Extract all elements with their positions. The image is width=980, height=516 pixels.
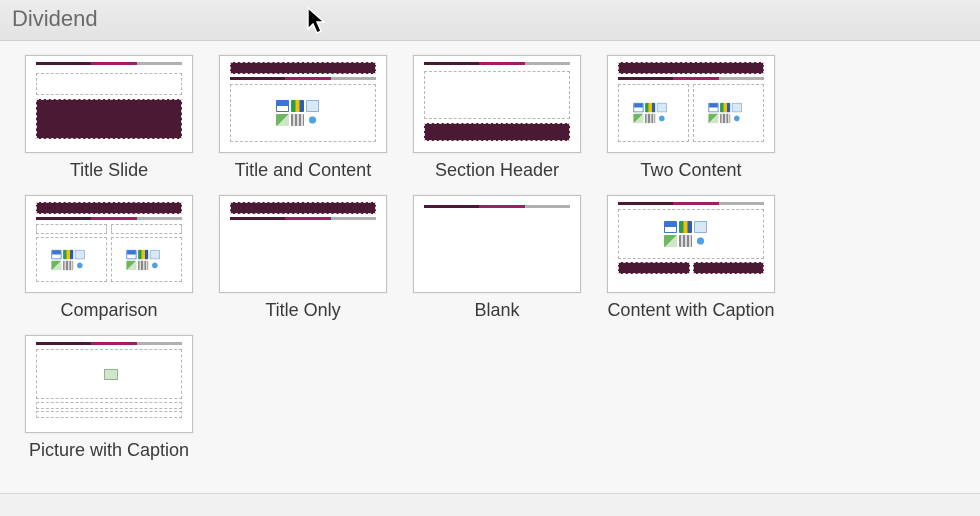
layout-comparison[interactable]: Comparison [12, 195, 206, 321]
actions-section: Duplicate Slide Outline... Reuse Slides.… [0, 493, 980, 516]
layout-label: Title and Content [235, 160, 371, 181]
layout-thumbnail [219, 55, 387, 153]
layout-label: Two Content [640, 160, 741, 181]
theme-header: Dividend [0, 0, 980, 41]
layout-gallery: Title Slide Title and Content [0, 41, 980, 493]
layout-label: Picture with Caption [29, 440, 189, 461]
layout-blank[interactable]: Blank [400, 195, 594, 321]
layout-thumbnail [413, 55, 581, 153]
slide-layout-panel: Dividend Title Slide [0, 0, 980, 516]
theme-name: Dividend [12, 6, 98, 31]
layout-title-slide[interactable]: Title Slide [12, 55, 206, 181]
layout-title-and-content[interactable]: Title and Content [206, 55, 400, 181]
layout-label: Content with Caption [607, 300, 774, 321]
layout-thumbnail [607, 195, 775, 293]
layout-two-content[interactable]: Two Content [594, 55, 788, 181]
layout-thumbnail [25, 195, 193, 293]
layout-label: Comparison [60, 300, 157, 321]
layout-section-header[interactable]: Section Header [400, 55, 594, 181]
layout-label: Title Only [265, 300, 340, 321]
layout-thumbnail [25, 335, 193, 433]
layout-picture-with-caption[interactable]: Picture with Caption [12, 335, 206, 461]
layout-content-with-caption[interactable]: Content with Caption [594, 195, 788, 321]
layout-thumbnail [219, 195, 387, 293]
layout-title-only[interactable]: Title Only [206, 195, 400, 321]
duplicate-slide-action[interactable]: Duplicate Slide [40, 508, 980, 516]
picture-icon [104, 369, 118, 380]
layout-thumbnail [413, 195, 581, 293]
layout-label: Section Header [435, 160, 559, 181]
layout-thumbnail [25, 55, 193, 153]
layout-thumbnail [607, 55, 775, 153]
layout-label: Blank [474, 300, 519, 321]
layout-label: Title Slide [70, 160, 148, 181]
